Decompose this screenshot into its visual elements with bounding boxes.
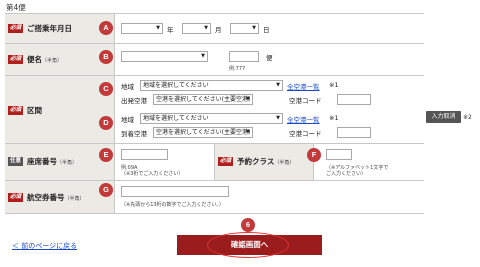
badge-b: B (99, 50, 113, 64)
departure-airport-select[interactable]: 空港を選択してください(主要空港) ▼ (153, 94, 253, 105)
required-tag: 必須 (218, 157, 233, 166)
date-label: ご搭乗年月日 (27, 24, 72, 33)
badge-c: C (99, 82, 113, 96)
day-suffix: 日 (263, 26, 270, 34)
departure-all-airports-link[interactable]: 全空港一覧 (287, 81, 320, 91)
month-suffix: 月 (215, 26, 222, 34)
flight-number-input[interactable] (229, 51, 259, 62)
departure-region-label: 地域 (121, 83, 134, 91)
chevron-down-icon: ▼ (276, 82, 280, 88)
arrival-region-label: 地域 (121, 116, 134, 124)
route-label: 区間 (27, 106, 42, 115)
arrival-note: ※1 (329, 114, 339, 122)
seat-class-row: 任意 座席番号（半角） E 例:09A （※3桁でご入力ください） 必須 予約ク… (5, 144, 424, 181)
required-tag: 必須 (8, 24, 23, 33)
departure-note: ※1 (329, 81, 339, 89)
flight-suffix: 便 (266, 54, 273, 62)
ticket-label-cell: 必須 航空券番号（半角） (5, 181, 115, 213)
chevron-down-icon: ▼ (246, 96, 250, 102)
chevron-down-icon: ▼ (204, 25, 208, 31)
flight-example: 例:777 (229, 66, 246, 72)
departure-region-select[interactable]: 地域を選択してください ▼ (140, 80, 283, 91)
year-select[interactable]: ▼ (121, 23, 163, 34)
required-tag: 必須 (8, 193, 23, 202)
arrival-code-input[interactable] (337, 127, 371, 138)
class-label: 予約クラス（半角） (237, 157, 295, 166)
route-row: 必須 区間 C 地域 地域を選択してください ▼ 全空港一覧 ※1 出発空港 空港… (5, 76, 424, 144)
departure-code-input[interactable] (337, 94, 371, 105)
flight-form-table: 必須 ご搭乗年月日 A ▼ 年 ▼ 月 ▼ 日 必須 便名（半角） B ▼ 便 … (5, 13, 424, 214)
ticket-row: 必須 航空券番号（半角） G （※先頭から13桁の数字でご入力ください。） (5, 181, 424, 214)
seat-label: 座席番号（半角） (27, 157, 78, 166)
optional-tag: 任意 (8, 157, 23, 166)
chevron-down-icon: ▼ (246, 129, 250, 135)
arrival-code-label: 空港コード (289, 130, 322, 138)
flight-section-title: 第4便 (6, 3, 26, 12)
day-select[interactable]: ▼ (230, 23, 259, 34)
flight-name-label: 便名（半角） (27, 55, 63, 64)
clear-input-button[interactable]: 入力取消 (426, 111, 461, 123)
arrival-region-select[interactable]: 地域を選択してください ▼ (140, 113, 283, 124)
arrival-all-airports-link[interactable]: 全空港一覧 (287, 114, 320, 124)
class-hint-line2: ご入力ください） (326, 171, 367, 177)
required-tag: 必須 (8, 55, 23, 64)
back-link[interactable]: ＜ 前のページに戻る (12, 241, 77, 251)
badge-d: D (99, 116, 113, 130)
clear-note: ※2 (463, 114, 472, 121)
month-select[interactable]: ▼ (182, 23, 211, 34)
arrival-airport-label: 到着空港 (121, 130, 147, 138)
ticket-label: 航空券番号（半角） (27, 193, 85, 202)
badge-f: F (307, 148, 321, 162)
class-label-cell: 必須 予約クラス（半角） F (214, 144, 321, 180)
flight-name-value-cell: B ▼ 便 例:777 (99, 44, 424, 75)
booking-class-input[interactable] (326, 149, 352, 160)
badge-a: A (99, 21, 113, 35)
departure-airport-label: 出発空港 (121, 97, 147, 105)
chevron-down-icon: ▼ (156, 25, 160, 31)
route-value-cell: C 地域 地域を選択してください ▼ 全空港一覧 ※1 出発空港 空港を選択してく… (99, 76, 424, 143)
flight-name-row: 必須 便名（半角） B ▼ 便 例:777 (5, 44, 424, 76)
badge-6: 6 (241, 218, 255, 232)
badge-g: G (99, 183, 113, 197)
seat-hint: （※3桁でご入力ください） (121, 171, 184, 177)
chevron-down-icon: ▼ (252, 25, 256, 31)
required-tag: 必須 (8, 106, 23, 115)
ticket-number-input[interactable] (121, 186, 229, 197)
date-row: 必須 ご搭乗年月日 A ▼ 年 ▼ 月 ▼ 日 (5, 14, 424, 44)
seat-value-cell: E 例:09A （※3桁でご入力ください） 必須 予約クラス（半角） F （※ア… (99, 144, 424, 180)
arrival-airport-select[interactable]: 空港を選択してください(主要空港) ▼ (153, 127, 253, 138)
ticket-value-cell: G （※先頭から13桁の数字でご入力ください。） (99, 181, 424, 213)
departure-code-label: 空港コード (289, 97, 322, 105)
badge-e: E (99, 148, 113, 162)
date-value-cell: A ▼ 年 ▼ 月 ▼ 日 (99, 14, 424, 43)
airline-select[interactable]: ▼ (121, 51, 208, 62)
year-suffix: 年 (167, 26, 174, 34)
chevron-down-icon: ▼ (201, 53, 205, 59)
seat-number-input[interactable] (121, 149, 168, 160)
chevron-down-icon: ▼ (276, 115, 280, 121)
confirm-button[interactable]: 確認画面へ (177, 235, 322, 255)
seat-label-cell: 任意 座席番号（半角） (5, 144, 115, 180)
ticket-hint: （※先頭から13桁の数字でご入力ください。） (121, 202, 225, 208)
